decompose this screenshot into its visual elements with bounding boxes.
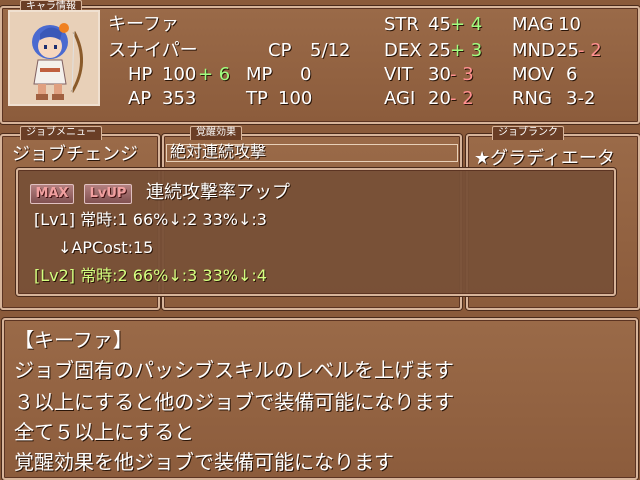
hp-value: 100 xyxy=(162,64,197,85)
hp-bonus: + 6 xyxy=(198,64,231,85)
message-speaker: 【キーファ】 xyxy=(14,328,133,352)
stat-mnd-value: 25 xyxy=(556,40,579,61)
skill-name: 連続攻撃率アップ xyxy=(146,182,290,203)
job-rank-tab: ジョブランク xyxy=(492,126,564,140)
message-line-2: ３以上にすると他のジョブで装備可能になります xyxy=(14,390,455,414)
message-line-1: ジョブ固有のパッシブスキルのレベルを上げます xyxy=(14,358,454,382)
cp-value: 5/12 xyxy=(310,40,351,61)
awaken-item: 絶対連続攻撃 xyxy=(170,142,267,161)
stat-agi-mod: - 2 xyxy=(450,88,474,109)
stat-agi-value: 20 xyxy=(428,88,451,109)
stat-mnd-mod: - 2 xyxy=(578,40,602,61)
stat-dex-value: 25 xyxy=(428,40,451,61)
skill-lv2-line: [Lv2] 常時:2 66%↓:3 33%↓:4 xyxy=(34,266,267,285)
stat-dex-label: DEX xyxy=(384,40,422,61)
stat-vit-mod: - 3 xyxy=(450,64,474,85)
mp-value: 0 xyxy=(300,64,312,85)
stat-mag-value: 10 xyxy=(558,14,581,35)
stat-mov-label: MOV xyxy=(512,64,554,85)
stat-mnd-label: MND xyxy=(512,40,555,61)
stat-mag-label: MAG xyxy=(512,14,554,35)
max-badge[interactable]: MAX xyxy=(30,184,74,204)
stat-vit-value: 30 xyxy=(428,64,451,85)
lvup-button[interactable]: LvUP xyxy=(84,184,132,204)
character-name: キーファ xyxy=(108,14,179,35)
awaken-tab: 覚醒効果 xyxy=(190,126,242,140)
stat-str-value: 45 xyxy=(428,14,451,35)
mp-label: MP xyxy=(246,64,273,85)
stat-vit-label: VIT xyxy=(384,64,413,85)
stat-str-label: STR xyxy=(384,14,419,35)
tp-value: 100 xyxy=(278,88,313,109)
ap-value: 353 xyxy=(162,88,197,109)
job-change-menu-item[interactable]: ジョブチェンジ xyxy=(12,144,138,166)
ap-label: AP xyxy=(128,88,152,109)
skill-lv1-cost: ↓APCost:15 xyxy=(58,238,154,257)
cp-label: CP xyxy=(268,40,292,61)
job-menu-tab: ジョブメニュー xyxy=(20,126,102,140)
stat-rng-label: RNG xyxy=(512,88,552,109)
stat-dex-mod: + 3 xyxy=(450,40,483,61)
character-sprite-icon xyxy=(32,23,84,100)
stat-agi-label: AGI xyxy=(384,88,416,109)
message-line-3: 全て５以上にすると xyxy=(14,420,195,444)
tp-label: TP xyxy=(246,88,268,109)
stat-mov-value: 6 xyxy=(566,64,578,85)
message-line-4: 覚醒効果を他ジョブで装備可能になります xyxy=(14,450,394,474)
stat-str-mod: + 4 xyxy=(450,14,483,35)
job-name: スナイパー xyxy=(108,40,198,61)
stat-rng-value: 3-2 xyxy=(566,88,596,109)
job-rank-item[interactable]: ★グラディエータ xyxy=(474,148,634,170)
hp-label: HP xyxy=(128,64,153,85)
character-portrait xyxy=(8,10,100,106)
skill-lv1-line: [Lv1] 常時:1 66%↓:2 33%↓:3 xyxy=(34,210,267,229)
